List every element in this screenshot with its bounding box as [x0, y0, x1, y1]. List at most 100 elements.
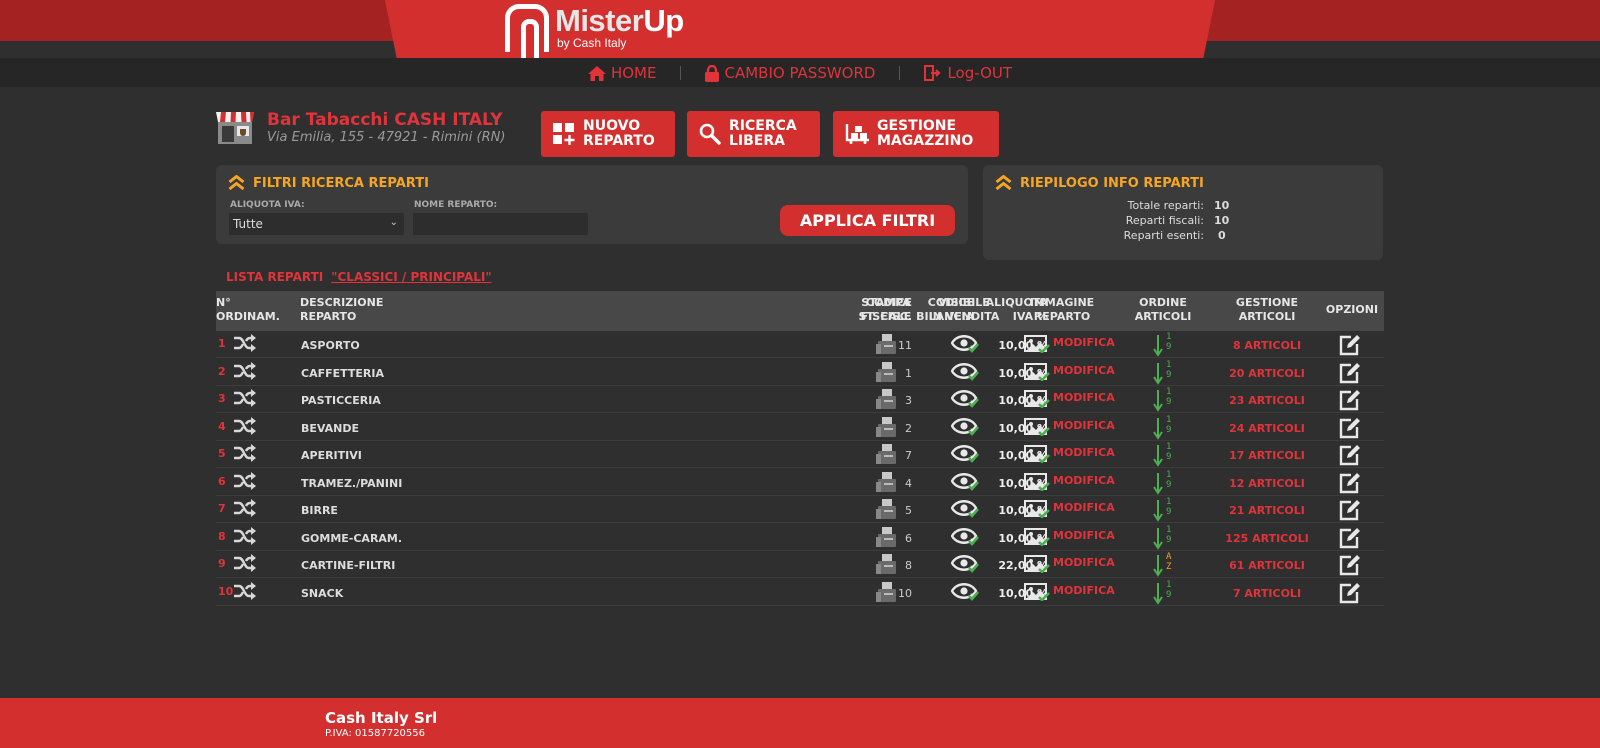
sort-arrow-icon[interactable] [1153, 388, 1163, 415]
applica-filtri-button[interactable]: APPLICA FILTRI [780, 205, 955, 236]
shuffle-icon[interactable] [234, 581, 256, 603]
nav-cambio-password[interactable]: CAMBIO PASSWORD [705, 64, 875, 82]
image-check-icon[interactable] [1024, 445, 1050, 466]
nav-logout[interactable]: Log-OUT [924, 64, 1012, 82]
modifica-image-link[interactable]: MODIFICA [1053, 501, 1115, 514]
warehouse-icon [845, 124, 869, 144]
articoli-link[interactable]: 24 ARTICOLI [1212, 422, 1322, 435]
image-check-icon[interactable] [1024, 472, 1050, 494]
store-icon [216, 112, 254, 144]
nav-home[interactable]: HOME [587, 64, 656, 82]
ricerca-libera-button[interactable]: RICERCA LIBERA [687, 111, 820, 157]
articoli-link[interactable]: 23 ARTICOLI [1212, 394, 1322, 407]
filters-panel-title[interactable]: FILTRI RICERCA REPARTI [228, 175, 429, 191]
sort-arrow-icon[interactable] [1153, 553, 1163, 580]
table-row: 3 PASTICCERIA 3 - 10,00 % MODIFICA 19 23… [216, 386, 1384, 413]
shuffle-icon[interactable] [234, 361, 256, 383]
shuffle-icon[interactable] [234, 416, 256, 438]
modifica-image-link[interactable]: MODIFICA [1053, 446, 1115, 459]
image-check-icon[interactable] [1024, 500, 1050, 521]
articoli-link[interactable]: 20 ARTICOLI [1212, 367, 1322, 380]
gestione-magazzino-button[interactable]: GESTIONE MAGAZZINO [833, 111, 999, 157]
sort-arrow-icon[interactable] [1153, 471, 1163, 498]
edit-icon[interactable] [1339, 444, 1361, 469]
shuffle-icon[interactable] [234, 444, 256, 465]
visible-eye-icon[interactable] [950, 335, 979, 356]
sort-arrow-icon[interactable] [1153, 416, 1163, 443]
footer [0, 698, 1600, 748]
edit-icon[interactable] [1339, 362, 1361, 387]
edit-icon[interactable] [1339, 554, 1361, 579]
articoli-link[interactable]: 7 ARTICOLI [1212, 587, 1322, 600]
image-check-icon[interactable] [1024, 582, 1050, 604]
shuffle-icon[interactable] [234, 471, 256, 493]
visible-eye-icon[interactable] [950, 500, 979, 521]
shuffle-icon[interactable] [234, 334, 256, 355]
shuffle-icon[interactable] [234, 499, 256, 520]
printer-icon [876, 416, 896, 440]
visible-eye-icon[interactable] [950, 362, 979, 384]
image-check-icon[interactable] [1024, 390, 1050, 411]
sort-arrow-icon[interactable] [1153, 526, 1163, 553]
sort-arrow-icon[interactable] [1153, 498, 1163, 525]
articoli-link[interactable]: 61 ARTICOLI [1212, 559, 1322, 572]
articoli-link[interactable]: 125 ARTICOLI [1212, 532, 1322, 545]
image-check-icon[interactable] [1024, 335, 1050, 356]
table-row: 2 CAFFETTERIA 1 - 10,00 % MODIFICA 19 20… [216, 359, 1384, 386]
modifica-image-link[interactable]: MODIFICA [1053, 364, 1115, 377]
edit-icon[interactable] [1339, 389, 1361, 414]
row-codice-fiscale: 1 [905, 366, 912, 380]
edit-icon[interactable] [1339, 417, 1361, 442]
table-row: 4 BEVANDE 2 - 10,00 % MODIFICA 19 24 ART… [216, 414, 1384, 441]
list-category-link[interactable]: "CLASSICI / PRINCIPALI" [331, 270, 491, 284]
sort-arrow-icon[interactable] [1153, 581, 1163, 608]
info-panel-title[interactable]: RIEPILOGO INFO REPARTI [995, 175, 1204, 191]
brand-logo[interactable]: MisterUp by Cash Italy [505, 4, 684, 58]
aliquota-iva-select[interactable]: Tutte ⌄ [229, 213, 404, 235]
image-check-icon[interactable] [1024, 527, 1050, 549]
sort-arrow-icon[interactable] [1153, 361, 1163, 388]
edit-icon[interactable] [1339, 527, 1361, 552]
modifica-image-link[interactable]: MODIFICA [1053, 419, 1115, 432]
shuffle-icon[interactable] [234, 389, 256, 410]
visible-eye-icon[interactable] [950, 390, 979, 411]
nome-reparto-input[interactable] [413, 213, 588, 235]
sort-arrow-icon[interactable] [1153, 333, 1163, 360]
visible-eye-icon[interactable] [950, 582, 979, 604]
visible-eye-icon[interactable] [950, 555, 979, 576]
footer-company: Cash Italy Srl [325, 709, 438, 727]
modifica-image-link[interactable]: MODIFICA [1053, 336, 1115, 349]
visible-eye-icon[interactable] [950, 472, 979, 494]
modifica-image-link[interactable]: MODIFICA [1053, 391, 1115, 404]
sort-order-label: 19 [1166, 442, 1172, 462]
row-codice-fiscale: 8 [905, 559, 912, 572]
printer-icon [876, 471, 896, 495]
modifica-image-link[interactable]: MODIFICA [1053, 529, 1115, 542]
visible-eye-icon[interactable] [950, 417, 979, 439]
image-check-icon[interactable] [1024, 417, 1050, 439]
modifica-image-link[interactable]: MODIFICA [1053, 584, 1115, 597]
row-description: SNACK [301, 586, 344, 600]
row-description: PASTICCERIA [301, 394, 381, 407]
articoli-link[interactable]: 17 ARTICOLI [1212, 449, 1322, 462]
printer-icon [876, 389, 896, 412]
visible-eye-icon[interactable] [950, 527, 979, 549]
edit-icon[interactable] [1339, 334, 1361, 359]
nuovo-reparto-button[interactable]: NUOVO REPARTO [541, 111, 675, 157]
image-check-icon[interactable] [1024, 362, 1050, 384]
articoli-link[interactable]: 21 ARTICOLI [1212, 504, 1322, 517]
sort-order-label: 19 [1166, 414, 1172, 435]
image-check-icon[interactable] [1024, 555, 1050, 576]
shuffle-icon[interactable] [234, 554, 256, 575]
visible-eye-icon[interactable] [950, 445, 979, 466]
modifica-image-link[interactable]: MODIFICA [1053, 556, 1115, 569]
edit-icon[interactable] [1339, 499, 1361, 524]
search-icon [699, 123, 721, 145]
modifica-image-link[interactable]: MODIFICA [1053, 474, 1115, 487]
edit-icon[interactable] [1339, 472, 1361, 497]
sort-arrow-icon[interactable] [1153, 443, 1163, 470]
articoli-link[interactable]: 8 ARTICOLI [1212, 339, 1322, 352]
shuffle-icon[interactable] [234, 526, 256, 548]
edit-icon[interactable] [1339, 582, 1361, 607]
articoli-link[interactable]: 12 ARTICOLI [1212, 477, 1322, 490]
